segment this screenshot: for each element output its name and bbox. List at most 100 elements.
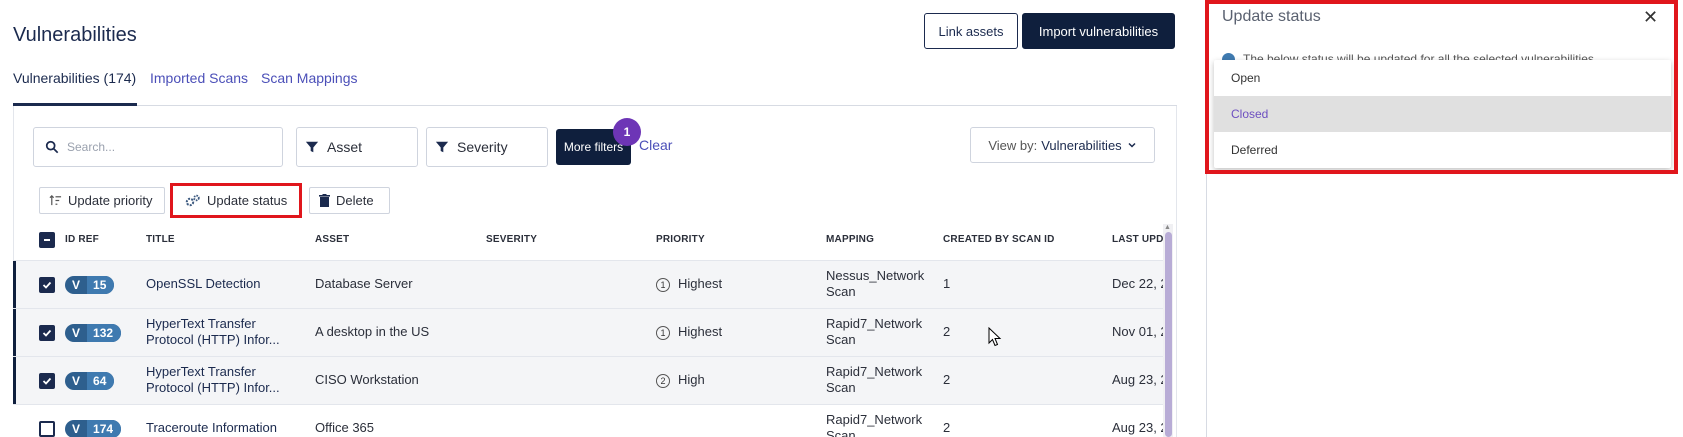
row-title-line2[interactable]: Protocol (HTTP) Infor... bbox=[146, 380, 280, 395]
id-ref-prefix: V bbox=[72, 326, 81, 340]
row-priority: Highest bbox=[678, 324, 723, 339]
view-by-label: View by: bbox=[988, 137, 1038, 153]
status-option-deferred[interactable]: Deferred bbox=[1214, 132, 1671, 168]
scroll-up-arrow-icon[interactable]: ▲ bbox=[1164, 224, 1171, 231]
delete-label: Delete bbox=[336, 193, 374, 208]
row-scan-id: 2 bbox=[943, 372, 951, 387]
row-last-updated: Aug 23, 2 bbox=[1112, 372, 1168, 387]
priority-icon: 2 bbox=[656, 374, 670, 388]
status-option-open[interactable]: Open bbox=[1214, 60, 1671, 96]
row-selected-indicator bbox=[13, 357, 16, 405]
tab-imported-scans[interactable]: Imported Scans bbox=[150, 70, 248, 86]
row-checkbox[interactable] bbox=[39, 277, 55, 293]
tab-scan-mappings[interactable]: Scan Mappings bbox=[261, 70, 358, 86]
id-ref-tag[interactable]: V 64 bbox=[65, 372, 115, 390]
link-assets-button[interactable]: Link assets bbox=[924, 13, 1018, 49]
view-by-dropdown[interactable]: View by: Vulnerabilities bbox=[970, 127, 1155, 163]
check-icon bbox=[42, 329, 52, 337]
row-checkbox[interactable] bbox=[39, 421, 55, 437]
filter-icon bbox=[305, 141, 319, 153]
table-scrollbar-thumb[interactable] bbox=[1165, 232, 1172, 437]
col-id-ref[interactable]: ID REF bbox=[65, 234, 99, 245]
select-all-checkbox[interactable] bbox=[39, 232, 55, 248]
app-root: Vulnerabilities Link assets Import vulne… bbox=[0, 0, 1683, 437]
update-priority-label: Update priority bbox=[68, 193, 153, 208]
id-ref-prefix: V bbox=[72, 278, 81, 292]
row-scan-id: 2 bbox=[943, 324, 951, 339]
search-icon bbox=[45, 140, 59, 154]
row-checkbox[interactable] bbox=[39, 325, 55, 341]
gears-icon bbox=[185, 194, 200, 206]
row-last-updated: Nov 01, 2 bbox=[1112, 324, 1168, 339]
row-priority: Highest bbox=[678, 276, 723, 291]
col-created-by-scan-id[interactable]: CREATED BY SCAN ID bbox=[943, 234, 1055, 245]
row-title-line2[interactable]: Protocol (HTTP) Infor... bbox=[146, 332, 280, 347]
row-scan-id: 2 bbox=[943, 420, 951, 435]
row-title[interactable]: Traceroute Information bbox=[146, 420, 277, 435]
id-ref-tag[interactable]: V 174 bbox=[65, 420, 122, 437]
import-vulnerabilities-button[interactable]: Import vulnerabilities bbox=[1022, 13, 1175, 49]
row-mapping-line2: Scan bbox=[826, 428, 856, 437]
table-header: ID REF TITLE ASSET SEVERITY PRIORITY MAP… bbox=[13, 230, 1173, 261]
update-priority-button[interactable]: Update priority bbox=[39, 187, 165, 214]
row-mapping: Nessus_Network bbox=[826, 268, 925, 283]
update-status-label: Update status bbox=[207, 193, 288, 208]
row-asset: Database Server bbox=[315, 276, 413, 291]
row-mapping-line2: Scan bbox=[826, 380, 856, 395]
row-title[interactable]: OpenSSL Detection bbox=[146, 276, 260, 291]
col-priority[interactable]: PRIORITY bbox=[656, 234, 705, 245]
filter-icon bbox=[435, 141, 449, 153]
table-row[interactable]: V 64 HyperText Transfer Protocol (HTTP) I… bbox=[13, 356, 1173, 405]
id-ref-tag[interactable]: V 132 bbox=[65, 324, 122, 342]
id-ref-tag[interactable]: V 15 bbox=[65, 276, 115, 294]
row-title[interactable]: HyperText Transfer bbox=[146, 316, 256, 331]
row-mapping-line2: Scan bbox=[826, 284, 856, 299]
clear-filters-link[interactable]: Clear bbox=[639, 137, 672, 153]
id-ref-number: 64 bbox=[87, 372, 115, 390]
filter-count-badge: 1 bbox=[613, 118, 641, 146]
row-selected-indicator bbox=[13, 309, 16, 357]
asset-filter[interactable]: Asset bbox=[296, 127, 418, 167]
col-asset[interactable]: ASSET bbox=[315, 234, 349, 245]
chevron-down-icon bbox=[1128, 142, 1136, 148]
update-status-button[interactable]: Update status bbox=[176, 187, 296, 214]
id-ref-prefix: V bbox=[72, 374, 81, 388]
row-asset: A desktop in the US bbox=[315, 324, 430, 339]
col-severity[interactable]: SEVERITY bbox=[486, 234, 537, 245]
severity-filter[interactable]: Severity bbox=[426, 127, 548, 167]
row-mapping-line2: Scan bbox=[826, 332, 856, 347]
severity-filter-label: Severity bbox=[457, 139, 508, 155]
check-icon bbox=[42, 377, 52, 385]
id-ref-prefix: V bbox=[72, 422, 81, 436]
search-input[interactable] bbox=[67, 140, 267, 154]
row-mapping: Rapid7_Network bbox=[826, 316, 923, 331]
row-mapping: Rapid7_Network bbox=[826, 412, 923, 427]
trash-icon bbox=[319, 194, 330, 207]
table-row[interactable]: V 15 OpenSSL Detection Database Server 1 … bbox=[13, 260, 1173, 309]
check-icon bbox=[42, 281, 52, 289]
row-selected-indicator bbox=[13, 261, 16, 309]
row-scan-id: 1 bbox=[943, 276, 951, 291]
minus-icon bbox=[44, 239, 50, 241]
id-ref-number: 15 bbox=[87, 276, 115, 294]
close-icon[interactable]: ✕ bbox=[1643, 7, 1658, 28]
col-mapping[interactable]: MAPPING bbox=[826, 234, 874, 245]
search-box[interactable] bbox=[33, 127, 283, 167]
row-title[interactable]: HyperText Transfer bbox=[146, 364, 256, 379]
id-ref-number: 174 bbox=[87, 420, 122, 437]
asset-filter-label: Asset bbox=[327, 139, 363, 155]
priority-icon: 1 bbox=[656, 326, 670, 340]
status-option-closed[interactable]: Closed bbox=[1214, 96, 1671, 132]
sort-priority-icon bbox=[49, 195, 62, 206]
tab-bar: Vulnerabilities (174) Imported Scans Sca… bbox=[13, 68, 1177, 106]
row-checkbox[interactable] bbox=[39, 373, 55, 389]
table-row[interactable]: V 174 Traceroute Information Office 365 R… bbox=[13, 404, 1173, 437]
id-ref-number: 132 bbox=[87, 324, 122, 342]
mouse-cursor-icon bbox=[988, 327, 1002, 347]
delete-button[interactable]: Delete bbox=[309, 187, 390, 214]
status-dropdown-menu: Open Closed Deferred bbox=[1214, 60, 1671, 168]
tab-vulnerabilities[interactable]: Vulnerabilities (174) bbox=[13, 70, 136, 86]
row-asset: Office 365 bbox=[315, 420, 375, 435]
col-title[interactable]: TITLE bbox=[146, 234, 175, 245]
page-title: Vulnerabilities bbox=[13, 24, 137, 46]
